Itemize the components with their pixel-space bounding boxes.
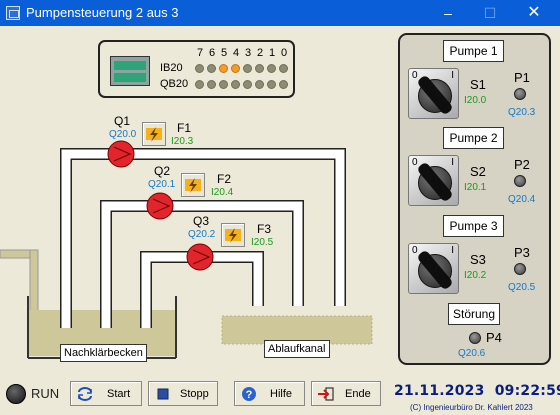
pump-q3[interactable] (186, 243, 214, 271)
lamp-p2 (514, 175, 526, 187)
fuse-f2-label: F2 (217, 172, 232, 186)
lamp-p4 (469, 332, 481, 344)
tank-left-label: Nachklärbecken (60, 344, 147, 362)
lightning-icon (146, 127, 162, 142)
piping-diagram (0, 140, 373, 359)
date-display: 21.11.2023 (394, 383, 485, 399)
stop-square-icon (157, 388, 169, 400)
fuse-f3-button[interactable] (221, 223, 245, 247)
copyright-text: (C) Ingenieurbüro Dr. Kahlert 2023 (410, 403, 533, 412)
stop-label: Stopp (180, 388, 209, 400)
lamp-p2-label: P2 (514, 157, 530, 172)
exit-arrow-icon (318, 387, 334, 401)
lamp-p3-address: Q20.5 (508, 282, 536, 293)
fuse-f2-address: I20.4 (211, 187, 234, 198)
pump-1-button[interactable]: Pumpe 1 (443, 40, 504, 62)
time-display: 09:22:59 (494, 383, 560, 399)
pump-q2-address: Q20.1 (148, 179, 176, 190)
close-button[interactable]: ✕ (514, 0, 554, 26)
fuse-f1-button[interactable] (142, 122, 166, 146)
start-button[interactable]: Start (70, 381, 142, 406)
fuse-f3-address: I20.5 (251, 237, 274, 248)
inlet-pipe (0, 249, 39, 313)
bottom-toolbar: RUN Start Stopp ? Hilfe Ende 21.11.2023 (0, 376, 560, 415)
stop-button[interactable]: Stopp (148, 381, 218, 406)
fuse-f3-label: F3 (257, 222, 272, 236)
tank-right-label: Ablaufkanal (264, 340, 330, 358)
switch-s2-address: I20.1 (464, 182, 487, 193)
exit-label: Ende (345, 388, 371, 400)
start-label: Start (107, 388, 131, 400)
lightning-icon (225, 228, 241, 243)
help-button[interactable]: ? Hilfe (234, 381, 305, 406)
fuse-f2-button[interactable] (181, 173, 205, 197)
maximize-button[interactable]: ☐ (470, 0, 510, 26)
switch-s3-label: S3 (470, 252, 486, 267)
lamp-p2-address: Q20.4 (508, 194, 536, 205)
lamp-p1-label: P1 (514, 70, 530, 85)
fault-button[interactable]: Störung (448, 303, 500, 325)
title-bar: Pumpensteuerung 2 aus 3 – ☐ ✕ (0, 0, 560, 26)
selector-switch-s1[interactable]: 0 I (408, 68, 459, 119)
lamp-p4-address: Q20.6 (458, 348, 486, 359)
pump-q2-label: Q2 (154, 164, 171, 178)
pump-q2[interactable] (146, 192, 174, 220)
lightning-icon (185, 178, 201, 193)
question-icon: ? (242, 387, 256, 401)
pump-q3-address: Q20.2 (188, 229, 216, 240)
selector-switch-s2[interactable]: 0 I (408, 155, 459, 206)
pump-q1[interactable] (107, 140, 135, 168)
lamp-p3-label: P3 (514, 245, 530, 260)
pump-q1-address: Q20.0 (109, 129, 137, 140)
selector-switch-s3[interactable]: 0 I (408, 243, 459, 294)
switch-s2-label: S2 (470, 164, 486, 179)
switch-s1-address: I20.0 (464, 95, 487, 106)
svg-text:?: ? (246, 389, 253, 401)
minimize-button[interactable]: – (428, 0, 468, 26)
lamp-p1 (514, 88, 526, 100)
lamp-p1-address: Q20.3 (508, 107, 536, 118)
control-panel: Pumpe 1 0 I S1 I20.0 P1 Q20.3 Pumpe 2 0 … (398, 33, 551, 365)
run-indicator-icon (6, 384, 26, 404)
switch-s1-label: S1 (470, 77, 486, 92)
window-title: Pumpensteuerung 2 aus 3 (26, 5, 179, 20)
help-label: Hilfe (270, 388, 293, 400)
exit-button[interactable]: Ende (311, 381, 381, 406)
process-view: 7 6 5 4 3 2 1 0 IB20 QB20 Q1 Q20.0 Q2 Q2… (0, 26, 560, 376)
switch-s3-address: I20.2 (464, 270, 487, 281)
lamp-p4-label: P4 (486, 330, 502, 345)
pump-q1-label: Q1 (114, 114, 131, 128)
date-time-display: 21.11.2023 09:22:59 (394, 383, 560, 399)
cycle-arrows-icon (78, 387, 92, 401)
pump-2-button[interactable]: Pumpe 2 (443, 127, 504, 149)
window-icon[interactable] (6, 6, 20, 20)
fuse-f1-label: F1 (177, 121, 192, 135)
run-label: RUN (31, 386, 60, 401)
pump-3-button[interactable]: Pumpe 3 (443, 215, 504, 237)
pump-q3-label: Q3 (193, 214, 210, 228)
fuse-f1-address: I20.3 (171, 136, 194, 147)
lamp-p3 (514, 263, 526, 275)
